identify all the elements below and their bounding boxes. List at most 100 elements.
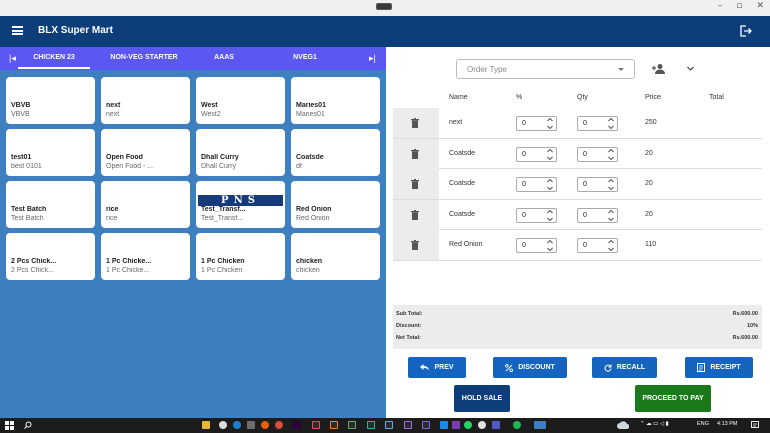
app-icon[interactable] — [367, 421, 375, 429]
product-subtitle: 2 Pcs Chick... — [11, 267, 54, 274]
discount-percent-input[interactable]: 0 — [516, 238, 557, 253]
spinner-icon[interactable] — [547, 117, 553, 130]
language-indicator[interactable]: ENG — [697, 421, 709, 427]
product-card[interactable]: Open Food Open Food - ... — [101, 129, 190, 176]
tab-chicken-23[interactable]: CHICKEN 23 — [18, 54, 90, 61]
product-card[interactable]: next next — [101, 77, 190, 124]
discount-percent-input[interactable]: 0 — [516, 207, 557, 223]
product-panel: |◂ CHICKEN 23 NON-VEG STARTER AAAS NVEG1… — [0, 47, 386, 418]
product-card[interactable]: Red Onion Red Onion — [291, 181, 380, 228]
spinner-icon[interactable] — [608, 148, 614, 161]
product-card[interactable]: Maries01 Maries01 — [291, 77, 380, 124]
product-card[interactable]: VBVB VBVB — [6, 77, 95, 124]
app-icon[interactable] — [293, 421, 301, 429]
search-icon[interactable] — [24, 421, 32, 429]
product-card[interactable]: Test Batch Test Batch — [6, 181, 95, 228]
app-icon[interactable] — [312, 421, 320, 429]
discount-percent-input[interactable]: 0 — [516, 116, 557, 131]
app-icon[interactable] — [478, 421, 486, 429]
teams-icon[interactable] — [492, 421, 500, 429]
app-icon[interactable] — [348, 421, 356, 429]
firefox-icon[interactable] — [261, 421, 269, 429]
receipt-button[interactable]: RECEIPT — [685, 357, 753, 378]
product-subtitle: best 0101 — [11, 163, 42, 170]
app-icon[interactable] — [385, 421, 393, 429]
product-card[interactable]: Dhall Curry Dhall Curry — [196, 129, 285, 176]
quantity-input[interactable]: 0 — [577, 146, 618, 162]
order-type-select[interactable]: Order Type — [456, 59, 635, 79]
window-drag-handle[interactable] — [376, 3, 392, 10]
active-app-icon[interactable] — [534, 421, 546, 429]
recall-button[interactable]: RECALL — [592, 357, 657, 378]
chrome-icon[interactable] — [275, 421, 283, 429]
spinner-icon[interactable] — [608, 209, 614, 222]
quantity-input[interactable]: 0 — [577, 177, 618, 192]
discount-button[interactable]: DISCOUNT — [493, 357, 567, 378]
discount-percent-input[interactable]: 0 — [516, 146, 557, 162]
chevron-down-icon[interactable] — [686, 64, 695, 73]
spinner-icon[interactable] — [608, 117, 614, 130]
app-icon[interactable] — [247, 421, 255, 429]
delete-button[interactable] — [393, 138, 439, 169]
product-subtitle: Test Batch — [11, 215, 44, 222]
proceed-to-pay-button[interactable]: PROCEED TO PAY — [635, 385, 711, 412]
visual-studio-icon[interactable] — [452, 421, 460, 429]
product-card[interactable]: 1 Pc Chicken 1 Pc Chicken — [196, 233, 285, 280]
spinner-icon[interactable] — [547, 178, 553, 191]
delete-button[interactable] — [393, 230, 439, 260]
minimize-button[interactable]: – — [718, 1, 723, 11]
item-price: 20 — [645, 149, 653, 157]
delete-button[interactable] — [393, 199, 439, 230]
hold-sale-button[interactable]: HOLD SALE — [454, 385, 510, 412]
product-card[interactable]: test01 best 0101 — [6, 129, 95, 176]
quantity-input[interactable]: 0 — [577, 116, 618, 131]
spinner-icon[interactable] — [608, 239, 614, 252]
prev-button[interactable]: PREV — [408, 357, 466, 378]
notifications-icon[interactable] — [751, 421, 759, 429]
windows-start-icon[interactable] — [5, 421, 14, 430]
item-name: Coatsde — [449, 149, 476, 157]
spinner-icon[interactable] — [547, 209, 553, 222]
app-icon[interactable] — [404, 421, 412, 429]
clock[interactable]: 4:13 PM — [717, 421, 737, 427]
product-card[interactable]: rice rice — [101, 181, 190, 228]
app-icon[interactable] — [330, 421, 338, 429]
close-button[interactable]: ✕ — [756, 1, 764, 11]
hamburger-menu-icon[interactable] — [12, 26, 23, 35]
vscode-icon[interactable] — [440, 421, 448, 429]
last-page-icon[interactable]: ▸| — [369, 53, 376, 64]
maximize-button[interactable]: ▫ — [736, 1, 742, 11]
delete-button[interactable] — [393, 169, 439, 199]
app-icon[interactable] — [219, 421, 227, 429]
product-card[interactable]: chicken chicken — [291, 233, 380, 280]
spinner-icon[interactable] — [608, 178, 614, 191]
quantity-input[interactable]: 0 — [577, 207, 618, 223]
app-icon[interactable] — [422, 421, 430, 429]
delete-button[interactable] — [393, 108, 439, 138]
edge-icon[interactable] — [233, 421, 241, 429]
add-customer-icon[interactable] — [652, 63, 666, 75]
logout-icon[interactable] — [739, 25, 752, 37]
product-subtitle: West2 — [201, 111, 221, 118]
tab-non-veg-starter[interactable]: NON-VEG STARTER — [100, 54, 188, 61]
product-card[interactable]: 2 Pcs Chick... 2 Pcs Chick... — [6, 233, 95, 280]
tab-nveg1[interactable]: NVEG1 — [278, 54, 332, 61]
quantity-input[interactable]: 0 — [577, 238, 618, 253]
tab-aaas[interactable]: AAAS — [200, 54, 248, 61]
file-explorer-icon[interactable] — [202, 421, 210, 429]
product-card[interactable]: West West2 — [196, 77, 285, 124]
discount-percent-input[interactable]: 0 — [516, 177, 557, 192]
weather-cloud-icon[interactable] — [617, 421, 629, 429]
product-card[interactable]: Coatsde df — [291, 129, 380, 176]
spinner-icon[interactable] — [547, 148, 553, 161]
spinner-icon[interactable] — [547, 239, 553, 252]
tray-icons[interactable]: ⌃ ☁ ▭ ◁ ▮ — [640, 421, 669, 427]
product-card[interactable]: 1 Pc Chicke... 1 Pc Chicke... — [101, 233, 190, 280]
spotify-icon[interactable] — [513, 421, 521, 429]
whatsapp-icon[interactable] — [464, 421, 472, 429]
product-card[interactable]: PNS Test_Transf... Test_Transf... — [196, 181, 285, 228]
totals-panel: Sub Total: Rs.600.00 Discount: 10% Net Tot… — [393, 305, 762, 349]
active-tab-indicator — [18, 67, 90, 69]
first-page-icon[interactable]: |◂ — [9, 53, 16, 64]
order-row: Red Onion 0 0 110 — [393, 230, 762, 261]
